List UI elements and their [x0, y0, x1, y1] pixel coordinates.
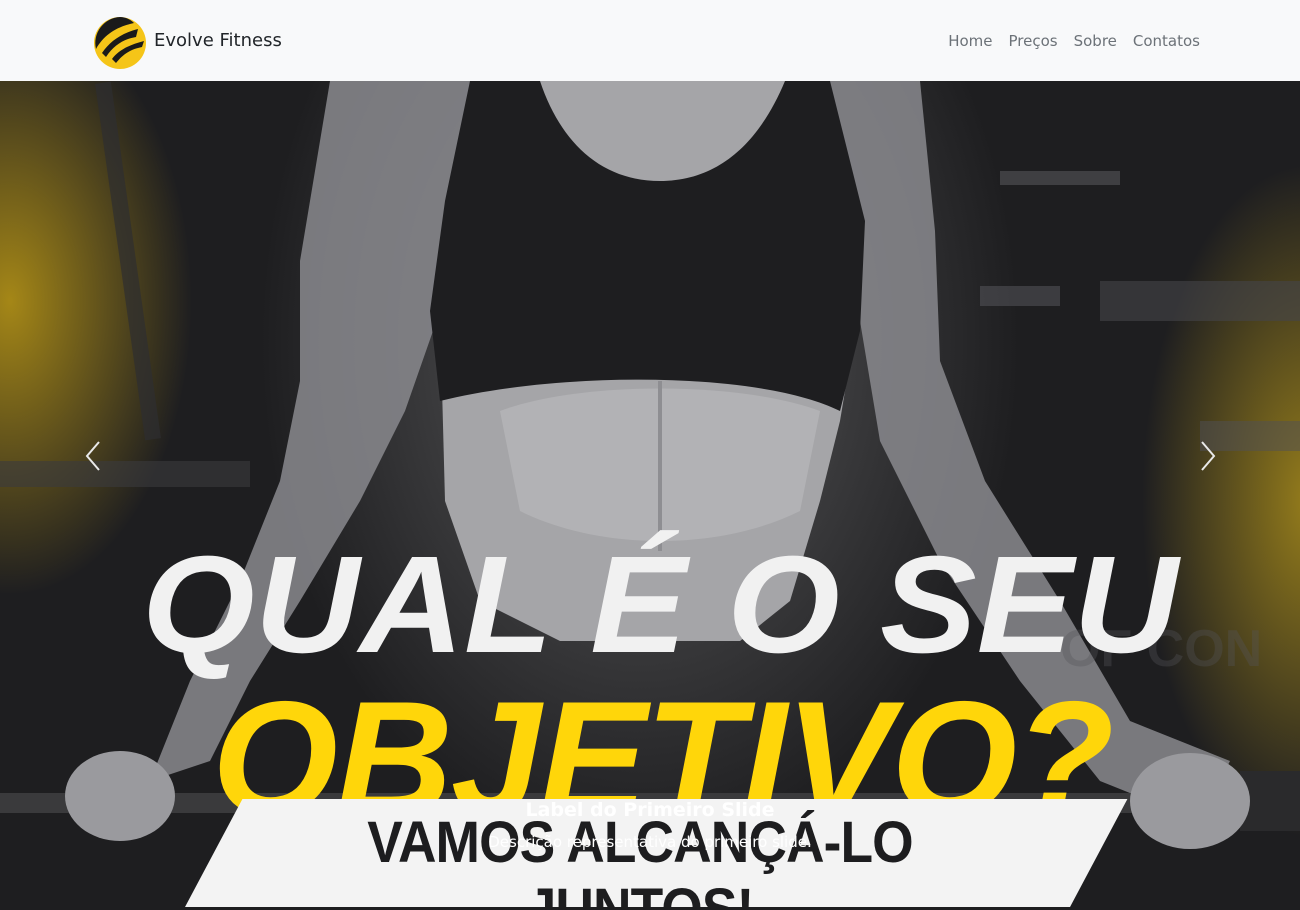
chevron-left-icon: [85, 441, 100, 471]
carousel-next-button[interactable]: [1178, 421, 1238, 491]
evolve-logo-icon: [94, 16, 146, 69]
hero-carousel: OF CON QUAL É O SEU OBJETIVO? VAMOS ALCA…: [0, 81, 1300, 910]
carousel-prev-button[interactable]: [63, 421, 123, 491]
nav-link-precos[interactable]: Preços: [1009, 32, 1058, 50]
nav-link-contatos[interactable]: Contatos: [1133, 32, 1200, 50]
brand-name: Evolve Fitness: [154, 30, 282, 51]
nav-links: Home Preços Sobre Contatos: [948, 32, 1208, 50]
chevron-right-icon: [1201, 441, 1216, 471]
navbar: Evolve Fitness Home Preços Sobre Contato…: [0, 0, 1300, 81]
nav-link-home[interactable]: Home: [948, 32, 992, 50]
carousel-caption-text: Descrição representativa do primeiro sli…: [488, 833, 812, 851]
hero-headline-line1: QUAL É O SEU: [142, 528, 1178, 682]
brand-link[interactable]: Evolve Fitness: [92, 13, 282, 69]
hero-banner-text: VAMOS ALCANÇÁ-LO JUNTOS!: [367, 810, 913, 910]
nav-link-sobre[interactable]: Sobre: [1074, 32, 1117, 50]
carousel-caption-title: Label do Primeiro Slide: [525, 799, 775, 821]
